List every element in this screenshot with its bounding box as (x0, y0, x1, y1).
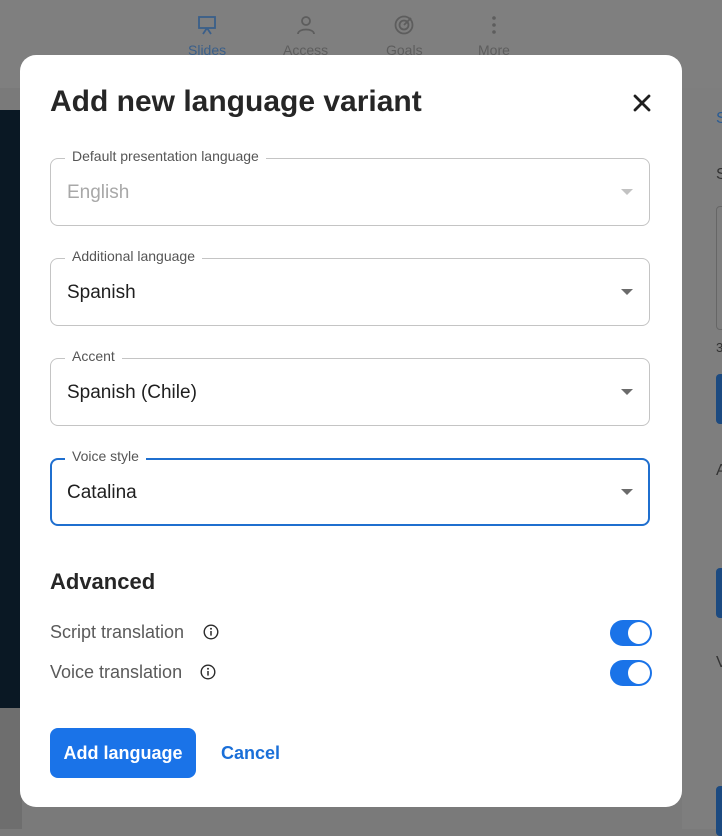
advanced-heading: Advanced (50, 569, 156, 594)
additional-language-label: Additional language (65, 248, 202, 264)
default-language-value: English (67, 182, 130, 203)
script-translation-label: Script translation (50, 622, 185, 642)
nav-tab-slides[interactable]: Slides (188, 14, 226, 58)
background-slide-canvas (0, 110, 22, 708)
accent-label: Accent (65, 348, 122, 364)
target-icon (394, 15, 414, 35)
info-icon[interactable] (203, 624, 219, 640)
voice-style-label: Voice style (65, 448, 146, 464)
dropdown-arrow-icon (621, 289, 633, 295)
info-icon[interactable] (200, 664, 216, 680)
close-button[interactable] (628, 89, 656, 117)
background-text: V (716, 654, 722, 671)
nav-tab-access[interactable]: Access (283, 14, 328, 58)
add-language-button[interactable]: Add language (50, 728, 196, 778)
nav-tab-goals[interactable]: Goals (386, 14, 423, 58)
close-icon (633, 94, 651, 112)
accent-select[interactable]: Accent Spanish (Chile) (50, 348, 650, 426)
toggle-knob (628, 622, 650, 644)
background-text: 3 (716, 340, 722, 355)
toggle-knob (628, 662, 650, 684)
cancel-button[interactable]: Cancel (218, 728, 283, 778)
voice-style-select[interactable]: Voice style Catalina (50, 448, 650, 526)
dropdown-arrow-icon (621, 389, 633, 395)
person-icon (296, 16, 315, 35)
voice-style-value: Catalina (67, 482, 137, 503)
background-panel (0, 708, 22, 829)
nav-tab-more[interactable]: More (478, 14, 510, 58)
dialog-title: Add new language variant (50, 85, 422, 118)
add-language-dialog: Add new language variant Default present… (20, 55, 682, 807)
script-translation-row: Script translation (50, 619, 652, 647)
background-button (716, 374, 722, 424)
background-text: S (716, 110, 722, 127)
default-language-select: Default presentation language English (50, 148, 650, 226)
background-right-panel: S S 3 A V (682, 88, 722, 836)
presentation-icon (198, 16, 216, 35)
accent-value: Spanish (Chile) (67, 382, 197, 403)
additional-language-select[interactable]: Additional language Spanish (50, 248, 650, 326)
voice-translation-row: Voice translation (50, 659, 652, 687)
additional-language-value: Spanish (67, 282, 136, 303)
background-box (716, 206, 722, 330)
background-text: S (716, 166, 722, 183)
dropdown-arrow-icon (621, 489, 633, 495)
background-text: A (716, 462, 722, 479)
default-language-label: Default presentation language (65, 148, 266, 164)
background-button (716, 568, 722, 618)
script-translation-toggle[interactable] (610, 620, 652, 646)
more-vertical-icon (492, 16, 496, 34)
voice-translation-toggle[interactable] (610, 660, 652, 686)
dropdown-arrow-icon (621, 189, 633, 195)
voice-translation-label: Voice translation (50, 662, 183, 682)
